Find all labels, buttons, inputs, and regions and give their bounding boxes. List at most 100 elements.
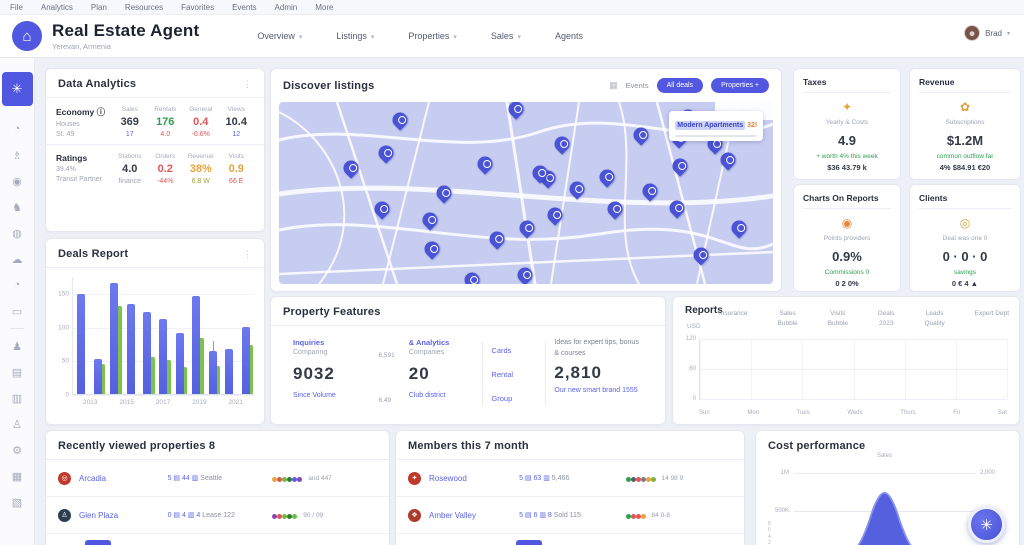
sidebar-item-icon[interactable]: ▥ <box>2 385 33 411</box>
menubar-item[interactable]: Plan <box>91 3 107 12</box>
chat-fab-button[interactable]: ✳ <box>968 506 1005 543</box>
bar-group[interactable] <box>159 277 171 394</box>
row-stat-text: Lease 122 <box>202 512 235 519</box>
metric-value: 0.4 <box>193 116 209 128</box>
stat-trend: savings <box>953 269 977 276</box>
cut-off-button[interactable] <box>85 540 111 545</box>
bar-group[interactable] <box>208 277 221 394</box>
row-avatar: ✦ <box>408 471 421 485</box>
feature-link[interactable]: Group <box>491 394 537 403</box>
feature-link[interactable]: Our new smart brand 1555 <box>554 387 643 394</box>
sidebar-item-icon[interactable]: ▦ <box>2 463 33 489</box>
sidebar-item-icon[interactable]: ♞ <box>2 194 33 220</box>
map-tooltip[interactable]: Modern Apartments 32! <box>669 111 764 142</box>
kebab-menu-icon[interactable]: ⋮ <box>243 79 252 90</box>
feature-label: & Analytics <box>408 338 450 347</box>
chevron-down-icon: ▾ <box>453 34 457 41</box>
column-header: Leads Quality <box>924 310 945 327</box>
bar-group[interactable] <box>225 277 234 394</box>
sidebar-item-icon[interactable]: ♗ <box>2 142 33 168</box>
listings-map[interactable]: Modern Apartments 32! <box>279 102 773 284</box>
app-logo house-icon[interactable]: ⌂ <box>12 21 42 51</box>
features-col-inquiries: Inquiries Comparing 9032 Since Volume <box>285 338 377 410</box>
feature-link[interactable]: Club district <box>409 392 475 399</box>
sidebar-item-icon[interactable]: ▤ <box>2 359 33 385</box>
row-stat-text: Seattle <box>200 475 223 482</box>
sidebar-item-icon[interactable]: ◔ <box>2 116 33 142</box>
menubar-item[interactable]: File <box>10 3 23 12</box>
nav-item[interactable]: Listings ▾ <box>336 31 374 41</box>
tag-dot <box>645 477 651 482</box>
main-nav: Overview ▾ Listings ▾ Properties ▾ Sales ▾ A… <box>257 31 587 41</box>
row-extra: and 447 <box>308 474 332 482</box>
menubar-item[interactable]: Admin <box>275 3 298 12</box>
menubar-item[interactable]: Events <box>232 3 256 12</box>
table-row[interactable]: ✦ Rosewood 5 ▤ 63 ▥ 5,466 14 98 9 <box>396 460 744 496</box>
app-header: ⌂ Real Estate Agent Yerevan, Armenia Ove… <box>0 15 1024 58</box>
table-row[interactable]: ❖ Amber Valley 5 ▤ 6 ▥ 8 Sold 115 84 0-8 <box>396 496 744 533</box>
stat-value: 0.9% <box>832 249 862 264</box>
nav-item[interactable]: Overview ▾ <box>257 31 302 41</box>
stat-card[interactable]: Charts On Reports ◉ Points providers 0.9… <box>793 184 901 292</box>
all-deals-button[interactable]: All deals <box>656 78 704 93</box>
metric-value: 0.9 <box>228 163 244 175</box>
table-row[interactable]: ◎ Arcadia 5 ▤ 44 ▥ Seattle and 447 <box>46 460 389 496</box>
kebab-menu-icon[interactable]: ⋮ <box>243 249 252 260</box>
nav-item[interactable]: Sales ▾ <box>491 31 521 41</box>
stat-card-title: Clients <box>919 193 1011 209</box>
sidebar-item-icon[interactable]: ♙ <box>2 411 33 437</box>
menubar-item[interactable]: Resources <box>125 3 163 12</box>
metric-delta: -0.6% <box>191 131 210 138</box>
feature-link[interactable]: Rental <box>491 370 537 379</box>
metric-value: 0.2 <box>157 163 173 175</box>
sidebar-item-icon[interactable]: ◔ <box>2 272 33 298</box>
nav-item[interactable]: Properties ▾ <box>408 31 457 41</box>
table-row[interactable]: ♞ Waterfield Eng 4 ▤ 4 ▥ 8 Rent 110 4.8 … <box>396 533 744 545</box>
analytics-rows: Economy ⓘ Houses St. 49 Sales 369 17 Ren… <box>46 98 264 191</box>
sidebar-item-icon[interactable]: ◉ <box>2 168 33 194</box>
stat-card[interactable]: Taxes ✦ Yearly & Costs 4.9 + worth 4% th… <box>793 68 901 180</box>
row-name-link[interactable]: Glen Plaza <box>79 511 168 520</box>
sidebar-item-icon[interactable]: ☁ <box>2 246 33 272</box>
sidebar-item-icon[interactable]: ♟ <box>2 333 33 359</box>
bar-group[interactable] <box>93 277 106 394</box>
bar-primary <box>175 333 184 394</box>
user-name: Brad <box>985 28 1002 38</box>
bar-primary <box>241 326 250 394</box>
sidebar-item-icon[interactable]: ⚙ <box>2 437 33 463</box>
grid-icon[interactable]: ▦ <box>609 80 618 91</box>
table-row[interactable]: ♙ Glen Plaza 0 ▤ 4 ▥ 4 Lease 122 90 / 09 <box>46 496 389 533</box>
sidebar-item-icon[interactable]: ◍ <box>2 220 33 246</box>
row-name-link[interactable]: Amber Valley <box>429 511 519 520</box>
menubar-item[interactable]: Favorites <box>181 3 214 12</box>
menubar-item[interactable]: Analytics <box>41 3 73 12</box>
row-name-link[interactable]: Rosewood <box>429 474 519 483</box>
menubar-item[interactable]: More <box>315 3 333 12</box>
card-title: Recently viewed properties 8 <box>58 440 216 452</box>
stat-card-title: Charts On Reports <box>803 193 891 209</box>
properties-button[interactable]: Properties + <box>711 78 769 93</box>
sidebar-item-icon[interactable]: ▧ <box>2 489 33 515</box>
nav-item[interactable]: Agents <box>555 31 587 41</box>
stat-card[interactable]: Clients ◎ Deal was one 0 0 · 0 · 0 savin… <box>909 184 1021 292</box>
feature-link[interactable]: Since Volume <box>293 392 369 399</box>
stat-card[interactable]: Revenue ✿ Subscriptions $1.2M common out… <box>909 68 1021 180</box>
row-tag-dots <box>625 469 656 487</box>
cut-off-button[interactable] <box>516 540 542 545</box>
bar-group[interactable] <box>126 277 135 394</box>
bar-group[interactable] <box>143 277 155 394</box>
sidebar-item-icon[interactable]: ▭ <box>2 298 33 324</box>
bar-group[interactable] <box>110 277 122 394</box>
user-menu[interactable]: ☻ Brad ▾ <box>964 25 1010 41</box>
row-name-link[interactable]: Arcadia <box>79 474 168 483</box>
sidebar-item-dashboard[interactable]: ✳ <box>1 72 33 106</box>
feature-link[interactable]: Cards <box>491 346 537 355</box>
bar-group[interactable] <box>77 277 86 394</box>
bar-group[interactable] <box>241 277 254 394</box>
metric-group-sub2: Transit Partner <box>56 176 103 183</box>
tag-dot <box>640 514 646 519</box>
stat-icon: ◎ <box>959 216 971 230</box>
bar-group[interactable] <box>192 277 204 394</box>
bar-group[interactable] <box>175 277 188 394</box>
line-chart-plot: 120 60 0 <box>686 336 1008 402</box>
